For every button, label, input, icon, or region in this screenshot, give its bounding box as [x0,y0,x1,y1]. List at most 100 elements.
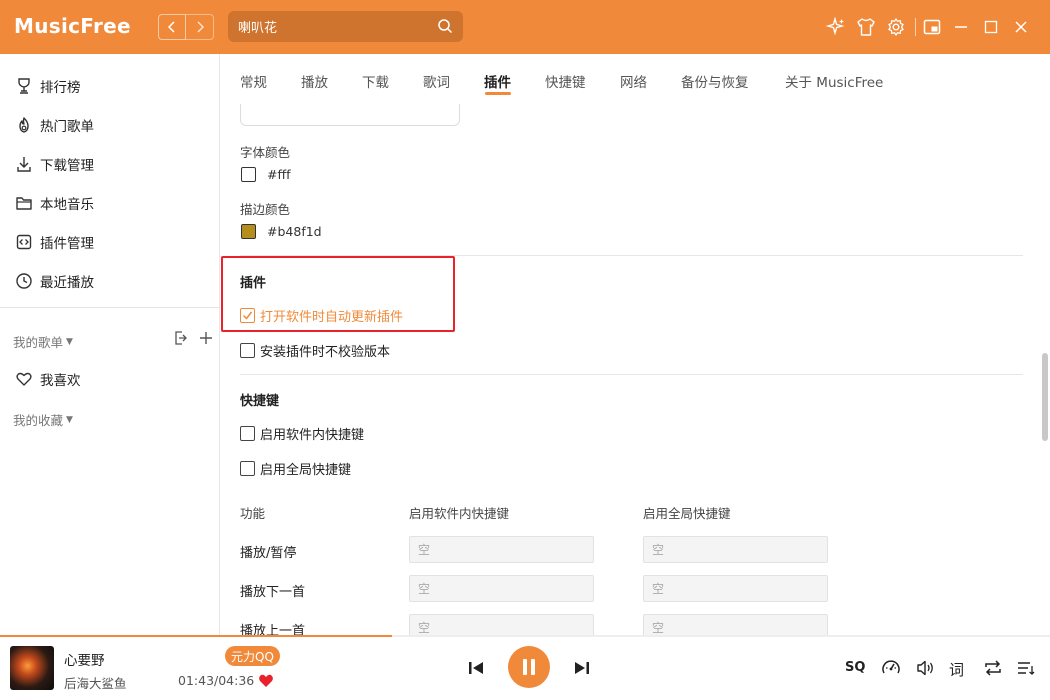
speed-button[interactable] [880,658,902,678]
shortcut-input[interactable]: 空 [643,575,828,602]
my-collections-header[interactable]: 我的收藏 ▼ [13,410,73,429]
heart-icon [14,369,34,389]
sidebar-item-hot-playlists[interactable]: 热门歌单 [0,107,220,143]
lyrics-button[interactable]: 词 [949,659,964,680]
pause-icon [523,659,535,675]
sidebar-item-label: 热门歌单 [40,119,94,135]
skip-version-check-option[interactable]: 安装插件时不校验版本 [240,341,390,360]
mini-mode-icon[interactable] [921,16,943,38]
tab-plugins[interactable]: 插件 [484,71,511,91]
checkmark-icon [242,311,253,320]
next-button[interactable] [571,658,593,678]
import-icon[interactable] [172,330,188,346]
settings-tabs: 常规 播放 下载 歌词 插件 快捷键 网络 备份与恢复 关于 MusicFree [221,54,1050,104]
player-bar: 心要野 后海大鲨鱼 元力QQ 01:43/04:36 SQ 词 [0,635,1050,700]
col-function: 功能 [240,506,266,521]
shortcut-input[interactable]: 空 [643,536,828,563]
tab-playback[interactable]: 播放 [301,71,328,91]
tab-download[interactable]: 下载 [362,71,389,91]
in-app-shortcut-option[interactable]: 启用软件内快捷键 [240,424,364,443]
song-artist[interactable]: 后海大鲨鱼 [64,673,127,692]
shortcut-row-label: 播放上一首 [240,624,306,635]
active-tab-indicator [485,92,511,95]
sidebar-item-recent[interactable]: 最近播放 [0,263,220,299]
sidebar-divider [0,307,219,308]
tab-about[interactable]: 关于 MusicFree [785,71,883,91]
shortcut-input[interactable]: 空 [409,614,594,635]
global-shortcut-option[interactable]: 启用全局快捷键 [240,459,351,478]
font-color-label: 字体颜色 [240,145,291,160]
heart-icon[interactable] [258,673,274,688]
playlist-button[interactable] [1016,658,1036,678]
playlist-actions [172,330,214,346]
auto-update-plugins-checkbox[interactable] [240,308,255,323]
back-button[interactable] [158,14,186,40]
caret-down-icon: ▼ [66,336,73,347]
title-bar: MusicFree [0,0,1050,54]
font-color-swatch[interactable] [241,167,256,182]
download-icon [14,154,34,174]
close-icon[interactable] [1010,16,1032,38]
playlist-icon [1018,662,1035,675]
my-playlists-header[interactable]: 我的歌单 ▼ [13,332,73,351]
progress-fill [0,635,392,637]
skip-version-check-checkbox[interactable] [240,343,255,358]
sidebar-item-downloads[interactable]: 下载管理 [0,146,220,182]
shortcut-input[interactable]: 空 [409,536,594,563]
album-cover[interactable] [10,646,54,690]
search-input[interactable] [238,19,428,34]
in-app-shortcut-checkbox[interactable] [240,426,255,441]
caret-down-icon: ▼ [66,414,73,425]
plugin-icon [14,232,34,252]
folder-icon [14,193,34,213]
sparkle-icon[interactable] [825,16,847,38]
forward-button[interactable] [186,14,214,40]
repeat-button[interactable] [982,658,1004,678]
volume-button[interactable] [914,658,936,678]
col-in-app: 启用软件内快捷键 [409,506,510,521]
shortcut-row-label: 播放下一首 [240,585,306,600]
maximize-icon[interactable] [980,16,1002,38]
quality-button[interactable]: SQ [845,660,865,675]
play-pause-button[interactable] [508,646,550,688]
settings-content: 字体颜色 #fff 描边颜色 #b48f1d 插件 打开软件时自动更新插件 安装… [221,104,1038,635]
previous-button[interactable] [465,658,487,678]
fire-icon [14,115,34,135]
minimize-icon[interactable] [950,16,972,38]
tab-backup[interactable]: 备份与恢复 [681,71,749,91]
tab-general[interactable]: 常规 [240,71,267,91]
col-global: 启用全局快捷键 [643,506,731,521]
auto-update-plugins-option[interactable]: 打开软件时自动更新插件 [240,306,403,325]
dropdown-stub[interactable] [240,104,460,126]
tab-network[interactable]: 网络 [620,71,647,91]
tab-lyrics[interactable]: 歌词 [423,71,450,91]
shirt-icon[interactable] [855,16,877,38]
search-icon[interactable] [437,18,453,34]
sidebar-item-plugins[interactable]: 插件管理 [0,224,220,260]
tab-shortcuts[interactable]: 快捷键 [545,71,586,91]
sidebar-item-local-music[interactable]: 本地音乐 [0,185,220,221]
chevron-left-icon [167,21,175,33]
section-divider [240,374,1023,375]
sidebar-item-favorite[interactable]: 我喜欢 [0,361,220,397]
add-icon[interactable] [198,330,214,346]
song-title[interactable]: 心要野 [64,649,105,669]
shortcut-input[interactable]: 空 [409,575,594,602]
global-shortcut-checkbox[interactable] [240,461,255,476]
stroke-color-value: #b48f1d [267,224,322,239]
app-logo: MusicFree [14,14,131,38]
chevron-right-icon [196,21,204,33]
skip-previous-icon [469,662,483,674]
repeat-icon [985,660,1001,676]
sidebar-item-label: 我喜欢 [40,373,81,389]
gear-icon[interactable] [885,16,907,38]
plugin-section-title: 插件 [240,276,267,291]
content-scrollbar[interactable] [1042,353,1048,441]
source-badge: 元力QQ [225,646,280,666]
trophy-icon [14,76,34,96]
volume-icon [917,660,933,676]
stroke-color-swatch[interactable] [241,224,256,239]
sidebar-item-charts[interactable]: 排行榜 [0,68,220,104]
header-divider [915,18,916,36]
shortcut-input[interactable]: 空 [643,614,828,635]
